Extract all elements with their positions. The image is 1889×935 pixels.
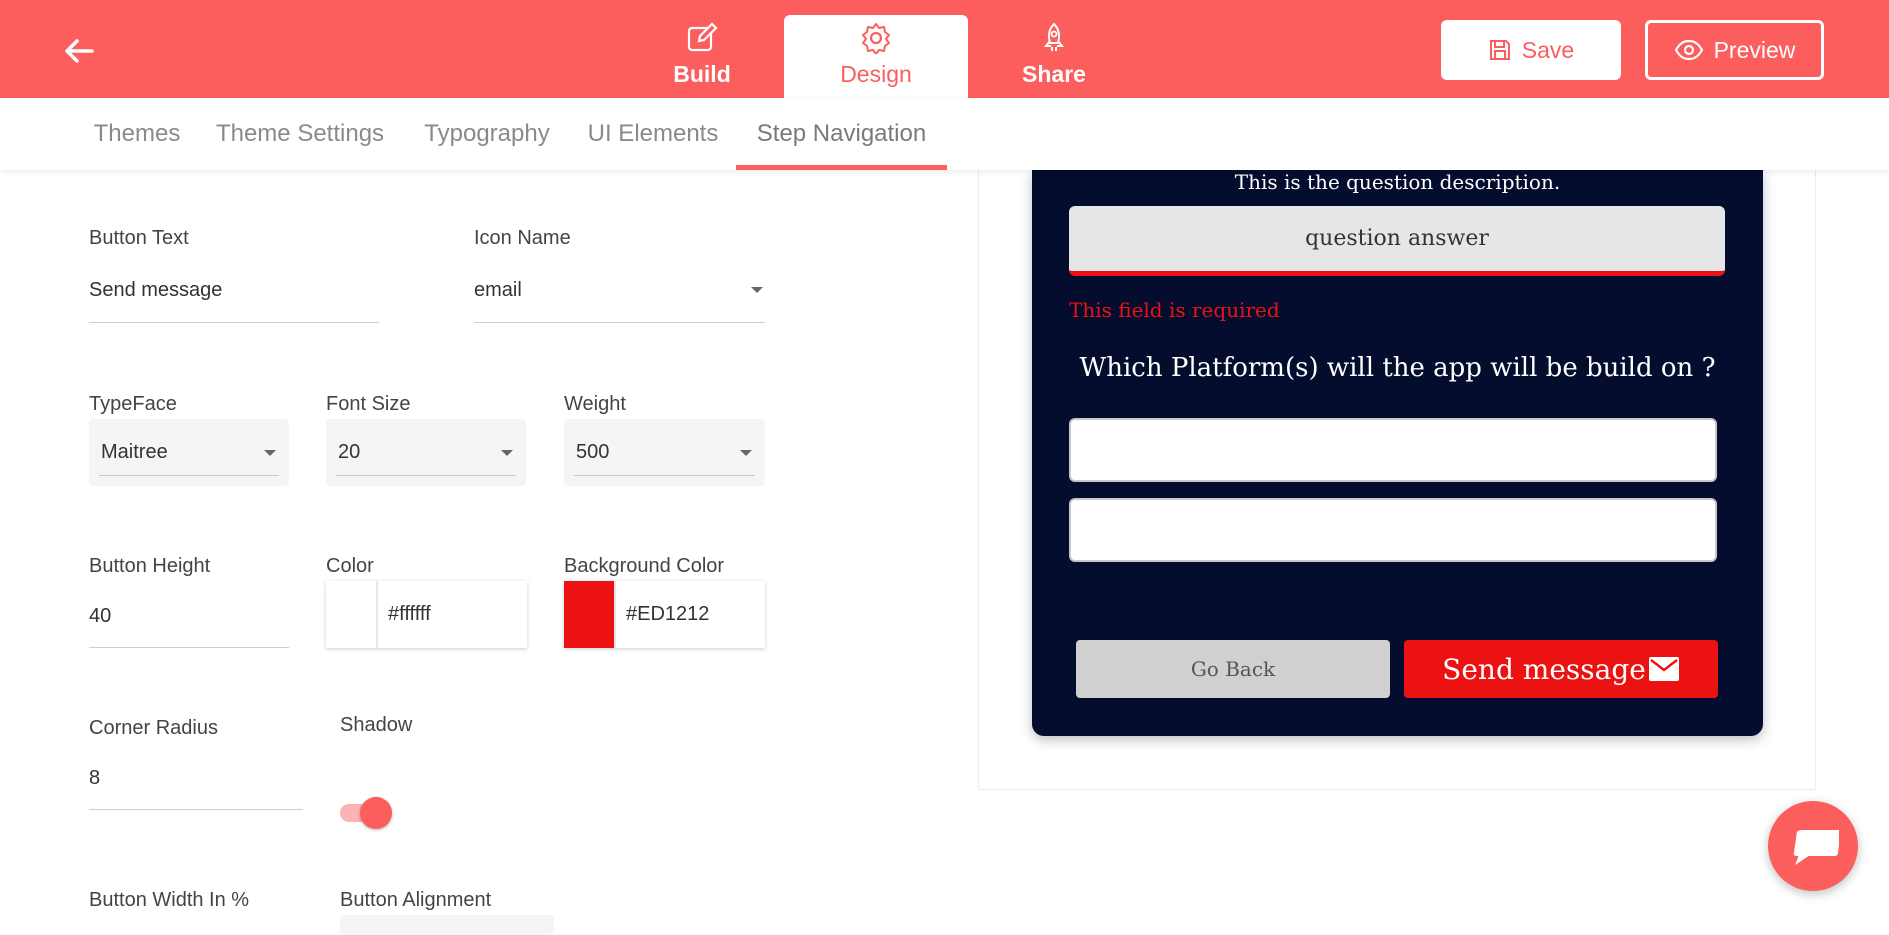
weight-select[interactable]: 500 bbox=[564, 419, 765, 486]
color-divider bbox=[376, 581, 378, 648]
typeface-label: TypeFace bbox=[89, 393, 177, 415]
icon-name-select[interactable]: email bbox=[474, 279, 764, 323]
eye-icon bbox=[1674, 39, 1703, 61]
background-color-swatch[interactable] bbox=[564, 581, 614, 648]
option-field[interactable] bbox=[1069, 418, 1717, 482]
font-size-select[interactable]: 20 bbox=[326, 419, 526, 486]
icon-name-label: Icon Name bbox=[474, 227, 571, 249]
question-title: Which Platform(s) will the app will be b… bbox=[1079, 353, 1716, 383]
color-picker[interactable]: #ffffff bbox=[326, 581, 527, 648]
corner-radius-input[interactable]: 8 bbox=[89, 767, 303, 809]
go-back-button[interactable]: Go Back bbox=[1076, 640, 1390, 698]
button-text-input[interactable]: Send message bbox=[89, 279, 379, 323]
top-header-bar: Build Design Share Save Preview bbox=[0, 0, 1889, 98]
button-width-label: Button Width In % bbox=[89, 889, 250, 911]
button-text-underline bbox=[89, 322, 379, 323]
button-height-input[interactable]: 40 bbox=[89, 605, 289, 647]
button-height-underline bbox=[89, 647, 289, 648]
arrow-left-icon bbox=[65, 39, 94, 63]
background-color-picker[interactable]: #ED1212 bbox=[564, 581, 765, 648]
design-sub-navigation: Themes Theme Settings Typography UI Elem… bbox=[0, 98, 1889, 170]
button-text-label: Button Text bbox=[89, 227, 189, 249]
shadow-toggle-knob bbox=[360, 797, 392, 829]
send-message-label: Send message bbox=[1442, 652, 1646, 686]
chevron-down-icon bbox=[501, 450, 513, 456]
save-label: Save bbox=[1521, 36, 1575, 63]
weight-underline bbox=[574, 475, 755, 476]
question-description: This is the question description. bbox=[1234, 170, 1561, 194]
chevron-down-icon bbox=[751, 287, 763, 293]
tab-design[interactable]: Design bbox=[784, 15, 968, 98]
font-size-underline bbox=[336, 475, 516, 476]
typeface-underline bbox=[99, 475, 279, 476]
font-size-value: 20 bbox=[338, 441, 361, 463]
chevron-down-icon bbox=[740, 450, 752, 456]
shadow-toggle[interactable] bbox=[340, 797, 392, 829]
corner-radius-underline bbox=[89, 809, 303, 810]
answer-field[interactable]: question answer bbox=[1069, 206, 1725, 276]
color-value: #ffffff bbox=[388, 603, 431, 625]
font-size-label: Font Size bbox=[326, 393, 411, 415]
error-message: This field is required bbox=[1069, 298, 1280, 322]
color-label: Color bbox=[326, 555, 374, 577]
subtab-ui-elements[interactable]: UI Elements bbox=[580, 98, 726, 170]
save-button[interactable]: Save bbox=[1441, 20, 1621, 80]
background-color-value: #ED1212 bbox=[626, 603, 710, 625]
subtab-typography[interactable]: Typography bbox=[412, 98, 562, 170]
background-color-divider bbox=[614, 581, 616, 648]
tab-design-label: Design bbox=[840, 61, 912, 87]
tab-build[interactable]: Build bbox=[610, 15, 794, 98]
save-icon bbox=[1489, 40, 1510, 60]
back-button[interactable] bbox=[58, 32, 100, 70]
background-color-label: Background Color bbox=[564, 555, 725, 577]
corner-radius-label: Corner Radius bbox=[89, 717, 218, 739]
shadow-label: Shadow bbox=[340, 714, 413, 736]
button-height-label: Button Height bbox=[89, 555, 211, 577]
tab-share-label: Share bbox=[1022, 61, 1086, 87]
form-preview-card: This is the question description. questi… bbox=[1032, 170, 1763, 736]
subtab-step-navigation[interactable]: Step Navigation bbox=[736, 98, 947, 170]
edit-icon bbox=[686, 21, 718, 55]
weight-value: 500 bbox=[576, 441, 610, 463]
chevron-down-icon bbox=[264, 450, 276, 456]
preview-button[interactable]: Preview bbox=[1645, 20, 1824, 80]
weight-label: Weight bbox=[564, 393, 626, 415]
subtab-theme-settings[interactable]: Theme Settings bbox=[208, 98, 392, 170]
preview-label: Preview bbox=[1713, 36, 1796, 63]
subtab-themes[interactable]: Themes bbox=[76, 98, 198, 170]
typeface-value: Maitree bbox=[101, 441, 168, 463]
button-alignment-select[interactable] bbox=[340, 915, 554, 935]
option-field[interactable] bbox=[1069, 498, 1717, 562]
gear-icon bbox=[860, 21, 892, 55]
send-message-button[interactable]: Send message bbox=[1404, 640, 1718, 698]
rocket-icon bbox=[1042, 21, 1066, 55]
icon-name-underline bbox=[474, 322, 765, 323]
chat-button[interactable] bbox=[1768, 801, 1858, 891]
typeface-select[interactable]: Maitree bbox=[89, 419, 289, 486]
color-swatch[interactable] bbox=[326, 581, 376, 648]
tab-build-label: Build bbox=[673, 61, 731, 87]
tab-share[interactable]: Share bbox=[962, 15, 1146, 98]
email-icon bbox=[1648, 657, 1679, 681]
button-alignment-label: Button Alignment bbox=[340, 889, 492, 911]
chat-icon bbox=[1793, 830, 1839, 865]
